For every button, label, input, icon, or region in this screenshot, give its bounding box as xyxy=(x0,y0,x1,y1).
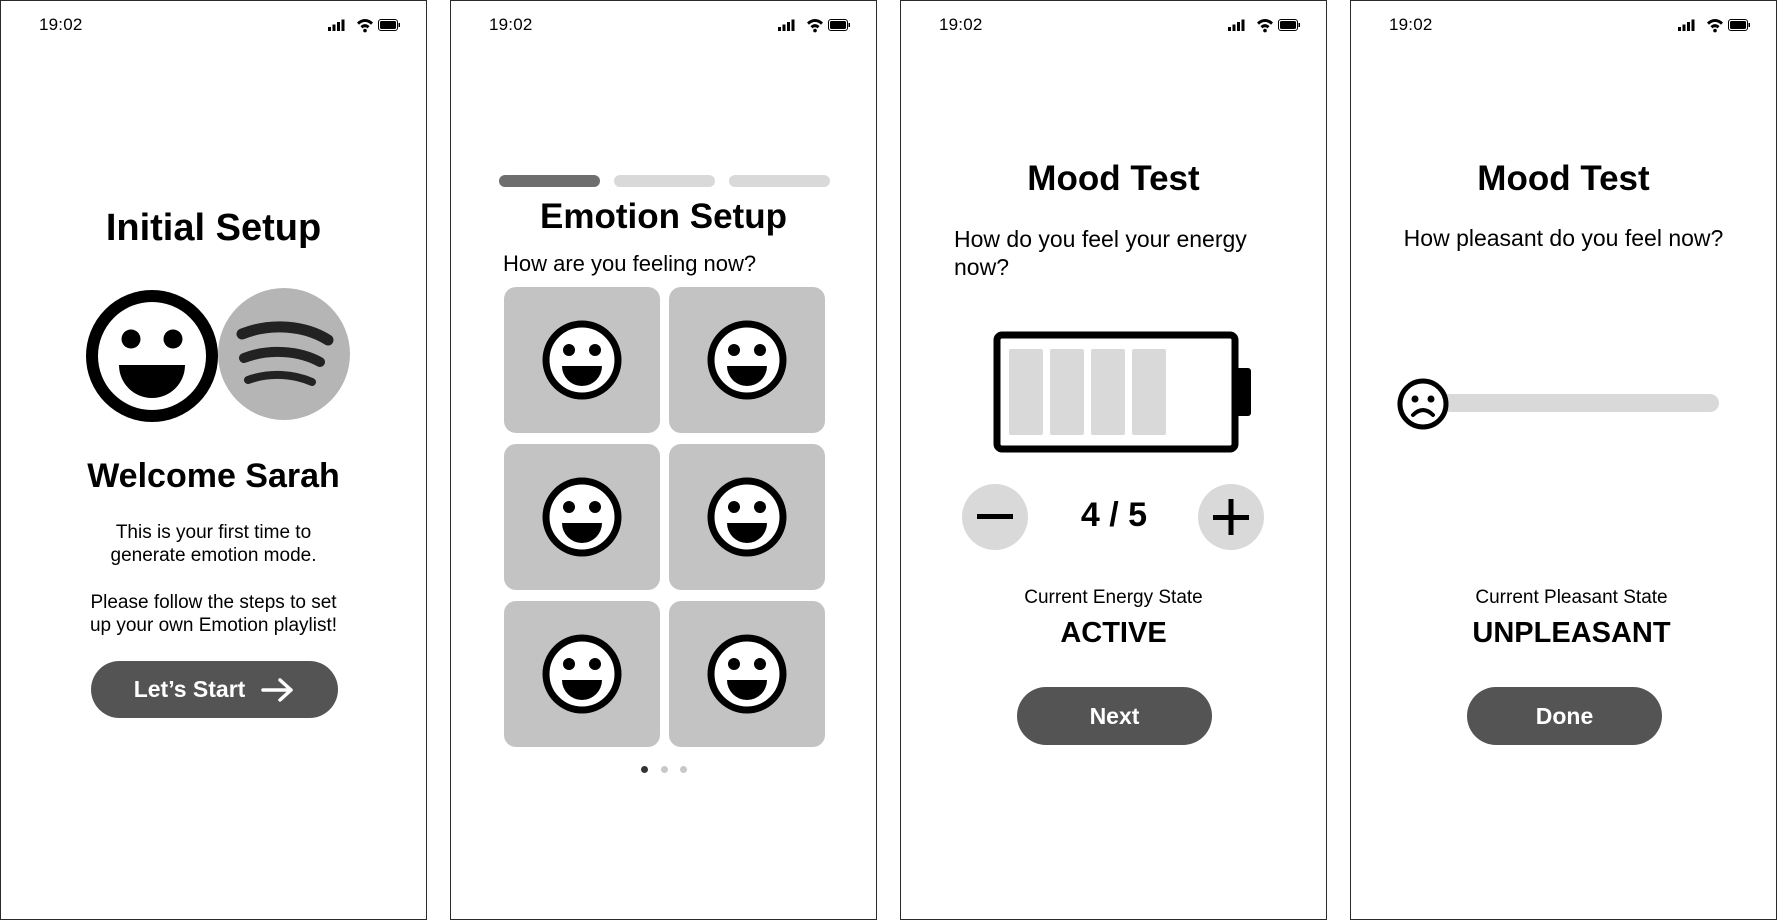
battery-icon xyxy=(1278,19,1300,31)
step-progress-segment xyxy=(614,175,715,187)
emotion-tile[interactable] xyxy=(669,444,825,590)
status-bar: 19:02 xyxy=(1389,15,1750,35)
screen-mood-test-energy: 19:02 Mood Test How do you feel your ene… xyxy=(900,0,1327,920)
increase-button[interactable] xyxy=(1198,484,1264,550)
step-progress-segment xyxy=(729,175,830,187)
happy-face-icon xyxy=(707,634,787,714)
screen-mood-test-pleasant: 19:02 Mood Test How pleasant do you feel… xyxy=(1350,0,1777,920)
battery-cell xyxy=(1132,349,1166,435)
pleasant-state-label: Current Pleasant State xyxy=(1475,587,1668,608)
signal-icon xyxy=(1228,19,1245,31)
emotion-tile[interactable] xyxy=(669,287,825,433)
instruction-line: up your own Emotion playlist! xyxy=(89,615,338,636)
arrow-right-icon xyxy=(261,677,294,702)
intro-text: This is your first time to generate emot… xyxy=(1,521,426,567)
status-bar: 19:02 xyxy=(489,15,850,35)
happy-face-icon xyxy=(542,477,622,557)
emotion-tile[interactable] xyxy=(504,444,660,590)
screen-emotion-setup: 19:02 Emotion Setup How are you feeling … xyxy=(450,0,877,920)
battery-cell xyxy=(1050,349,1084,435)
battery-cell xyxy=(1091,349,1125,435)
signal-icon xyxy=(328,19,345,31)
question-text: How pleasant do you feel now? xyxy=(1403,225,1724,251)
energy-value: 4 / 5 xyxy=(1080,496,1148,534)
minus-icon xyxy=(977,514,1013,519)
step-progress-segment-active xyxy=(499,175,600,187)
welcome-heading: Welcome Sarah xyxy=(87,457,340,495)
lets-start-button[interactable]: Let’s Start xyxy=(91,661,338,718)
page-title: Mood Test xyxy=(1477,159,1650,198)
question-text: How do you feel your energy now? xyxy=(954,225,1247,281)
status-icons xyxy=(1228,19,1300,33)
battery-icon xyxy=(828,19,850,31)
question-line: How do you feel your energy xyxy=(954,226,1247,252)
page-dot[interactable] xyxy=(661,766,668,773)
status-time: 19:02 xyxy=(1389,15,1433,34)
intro-line: This is your first time to xyxy=(115,522,312,543)
status-icons xyxy=(1678,19,1750,33)
happy-face-icon xyxy=(707,477,787,557)
status-icons xyxy=(778,19,850,33)
instruction-text: Please follow the steps to set up your o… xyxy=(1,591,426,637)
signal-icon xyxy=(1678,19,1695,31)
next-button[interactable]: Next xyxy=(1017,687,1212,745)
emotion-smiley-icon xyxy=(86,290,218,422)
sad-face-icon[interactable] xyxy=(1397,378,1449,430)
intro-line: generate emotion mode. xyxy=(110,545,317,566)
emotion-tile[interactable] xyxy=(504,287,660,433)
signal-icon xyxy=(778,19,795,31)
pleasant-state-value: UNPLEASANT xyxy=(1472,617,1671,649)
status-bar: 19:02 xyxy=(939,15,1300,35)
done-label: Done xyxy=(1535,702,1594,729)
wifi-icon xyxy=(357,19,373,33)
page-title: Emotion Setup xyxy=(540,197,787,236)
question-line: now? xyxy=(954,254,1009,280)
emotion-tile[interactable] xyxy=(504,601,660,747)
status-icons xyxy=(328,19,400,33)
battery-cell xyxy=(1009,349,1043,435)
page-dot[interactable] xyxy=(680,766,687,773)
done-button[interactable]: Done xyxy=(1467,687,1662,745)
question-text: How are you feeling now? xyxy=(503,251,757,276)
wifi-icon xyxy=(1707,19,1723,33)
status-time: 19:02 xyxy=(939,15,983,34)
energy-state-value: ACTIVE xyxy=(1060,617,1167,649)
screen-initial-setup: 19:02 Initial Setup Welcome Sarah This i… xyxy=(0,0,427,920)
decrease-button[interactable] xyxy=(962,484,1028,550)
page-title: Mood Test xyxy=(1027,159,1200,198)
spotify-icon xyxy=(218,288,350,420)
energy-state-label: Current Energy State xyxy=(1024,587,1203,608)
happy-face-icon xyxy=(542,320,622,400)
plus-icon xyxy=(1213,499,1249,535)
emotion-tile[interactable] xyxy=(669,601,825,747)
instruction-line: Please follow the steps to set xyxy=(90,592,337,613)
happy-face-icon xyxy=(707,320,787,400)
wifi-icon xyxy=(807,19,823,33)
lets-start-label: Let’s Start xyxy=(133,676,246,702)
battery-icon xyxy=(1728,19,1750,31)
energy-battery-icon xyxy=(993,331,1251,453)
page-dot-active[interactable] xyxy=(641,766,648,773)
status-time: 19:02 xyxy=(39,15,83,34)
battery-icon xyxy=(378,19,400,31)
page-title: Initial Setup xyxy=(105,207,322,249)
wifi-icon xyxy=(1257,19,1273,33)
status-bar: 19:02 xyxy=(39,15,400,35)
next-label: Next xyxy=(1089,702,1140,729)
status-time: 19:02 xyxy=(489,15,533,34)
happy-face-icon xyxy=(542,634,622,714)
